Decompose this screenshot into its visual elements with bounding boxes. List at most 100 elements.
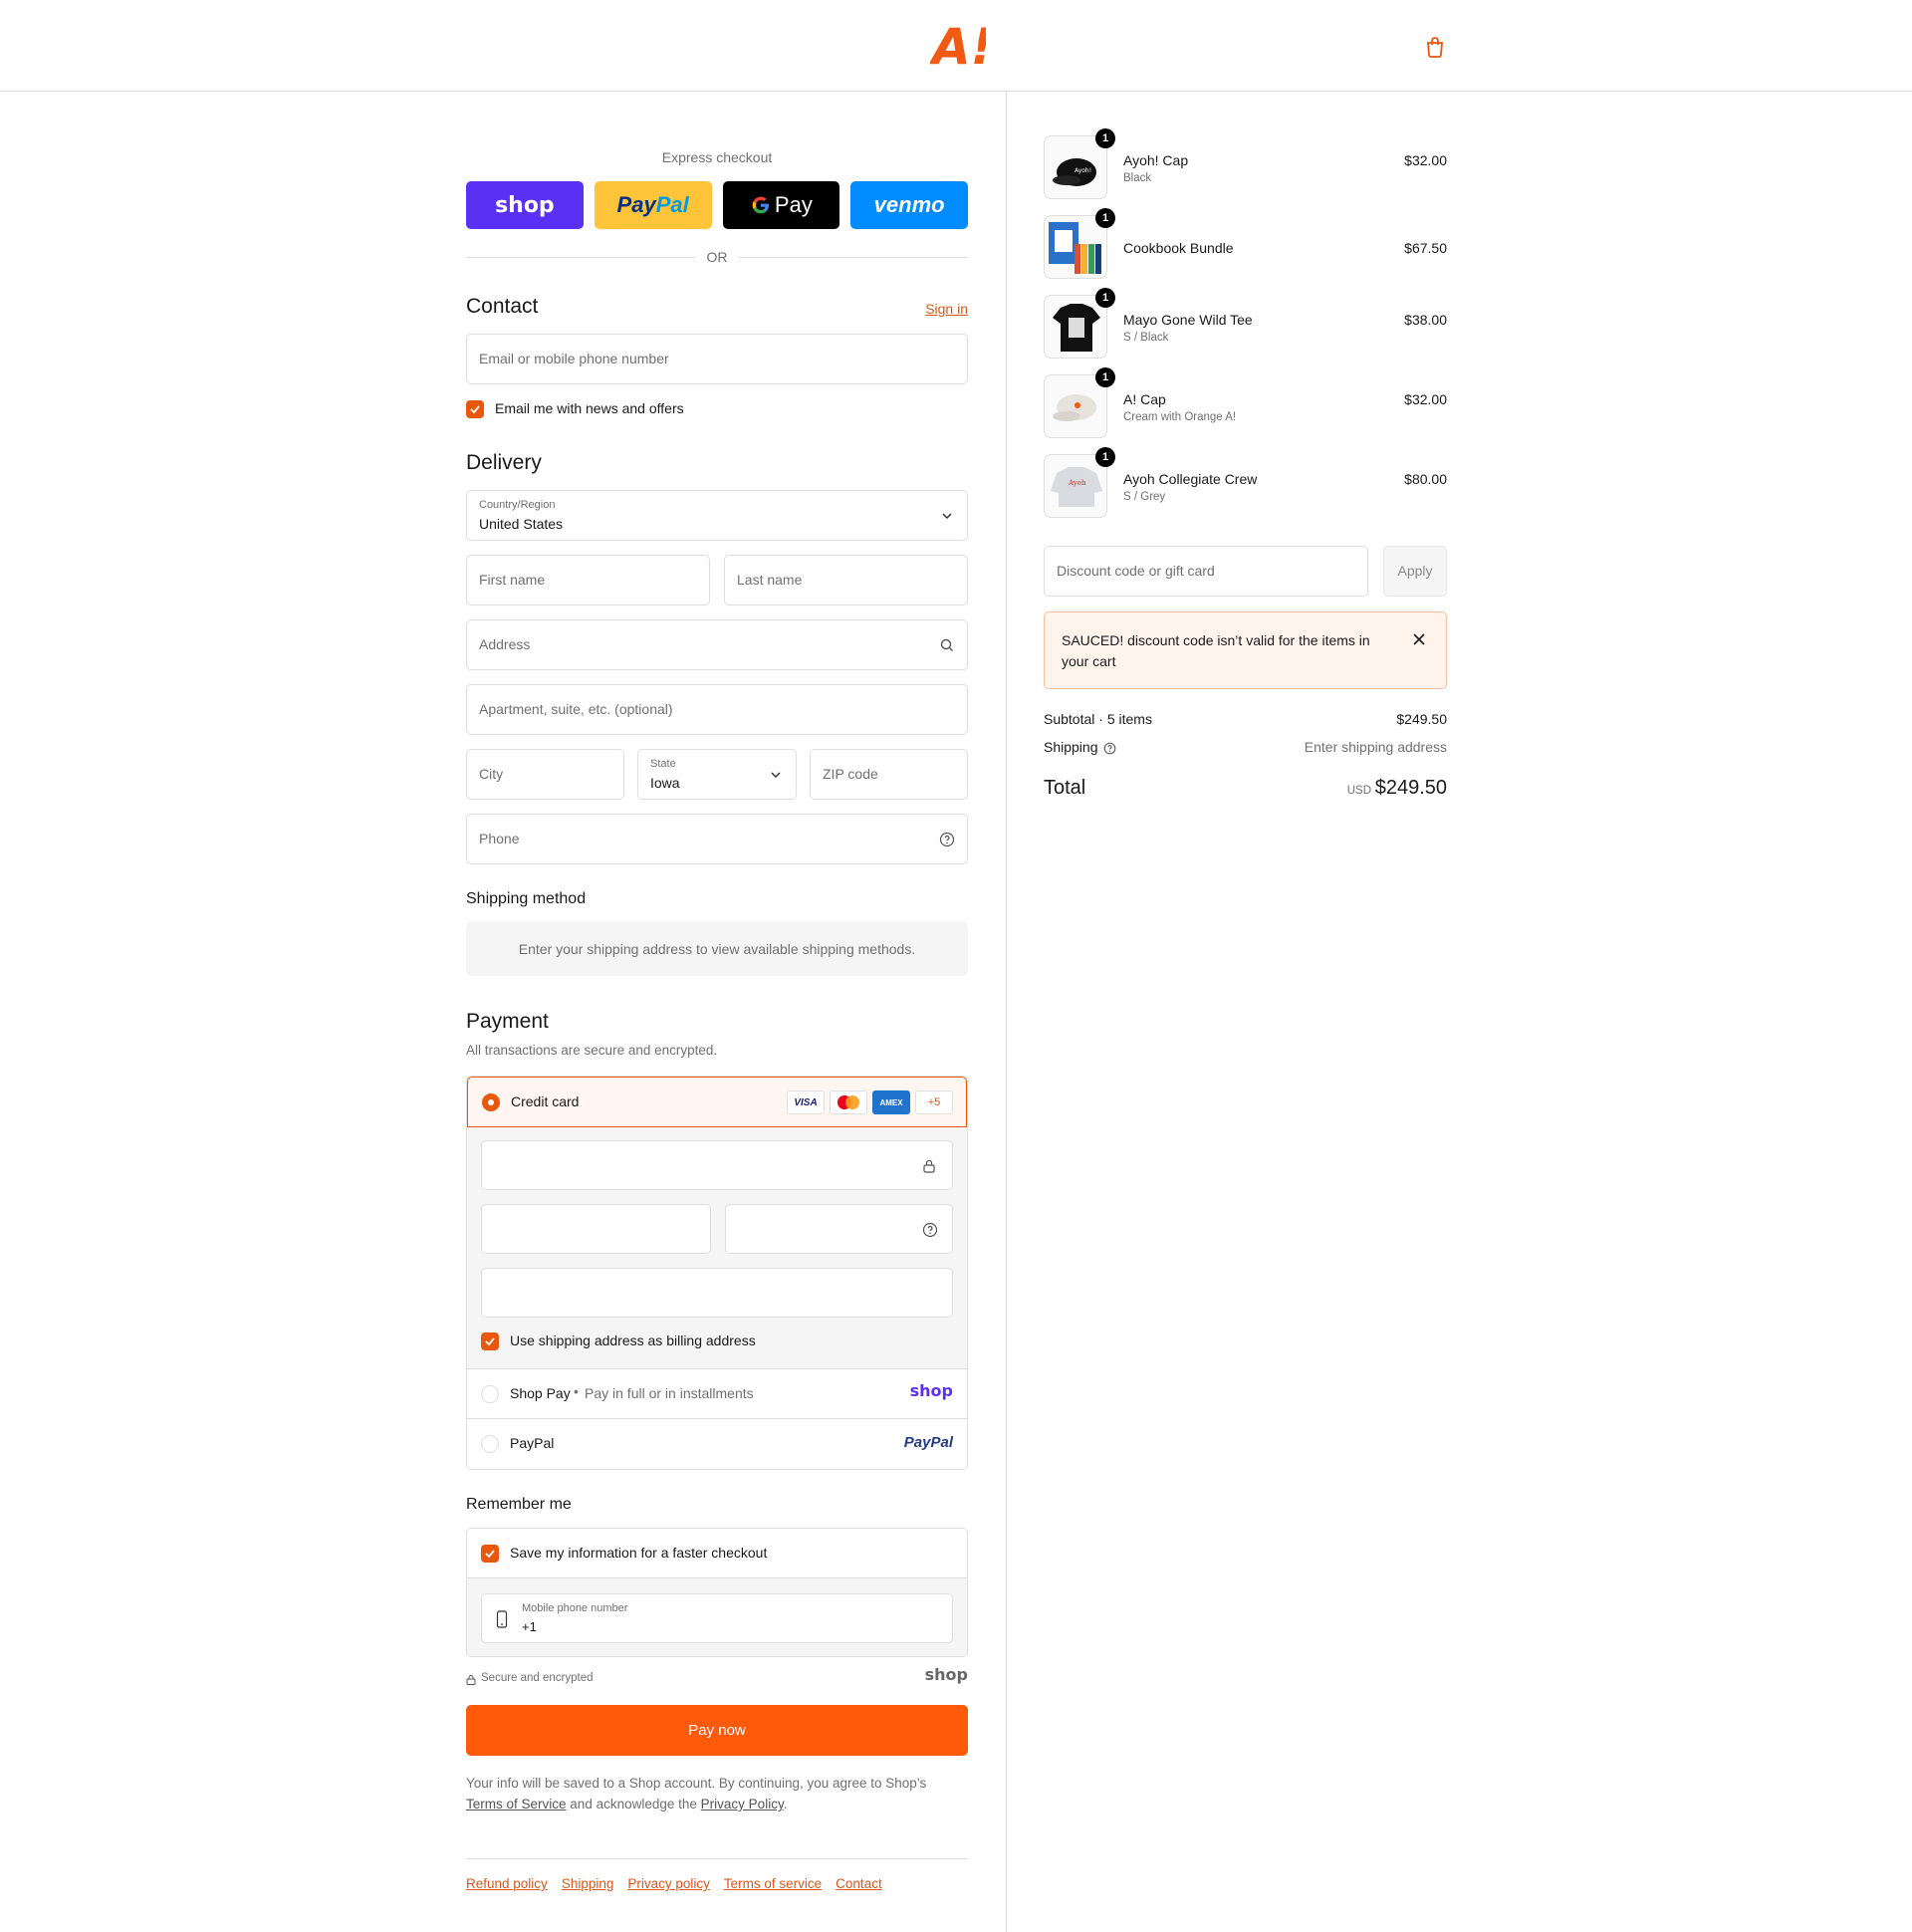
- email-field[interactable]: Email or mobile phone number: [466, 334, 968, 384]
- chevron-down-icon: [771, 772, 781, 779]
- mobile-phone-input[interactable]: Mobile phone number +1: [481, 1593, 953, 1643]
- close-icon[interactable]: [1412, 632, 1426, 646]
- phone-placeholder: Phone: [479, 831, 520, 846]
- zip-placeholder: ZIP code: [823, 766, 878, 782]
- item-price: $67.50: [1404, 240, 1447, 256]
- shipping-link[interactable]: Shipping: [562, 1876, 614, 1891]
- legal-part2: and acknowledge the: [570, 1797, 697, 1811]
- zip-field[interactable]: ZIP code: [810, 749, 968, 800]
- discount-placeholder: Discount code or gift card: [1057, 563, 1215, 579]
- refund-policy-link[interactable]: Refund policy: [466, 1876, 548, 1891]
- state-label: State: [650, 758, 676, 770]
- news-checkbox[interactable]: [466, 400, 484, 418]
- mobile-phone-value: +1: [522, 1619, 537, 1634]
- terms-of-service-link[interactable]: Terms of Service: [466, 1797, 567, 1811]
- shipping-method-message: Enter your shipping address to view avai…: [466, 922, 968, 976]
- name-on-card-input[interactable]: [481, 1268, 953, 1318]
- discount-code-input[interactable]: Discount code or gift card: [1044, 546, 1368, 597]
- paypal-option[interactable]: PayPal PayPal: [467, 1419, 967, 1469]
- help-circle-icon[interactable]: [922, 1222, 938, 1238]
- or-divider: OR: [466, 247, 968, 267]
- pay-now-button[interactable]: Pay now: [466, 1705, 968, 1756]
- country-value: United States: [479, 516, 564, 532]
- apartment-field[interactable]: Apartment, suite, etc. (optional): [466, 684, 968, 735]
- last-name-placeholder: Last name: [737, 572, 803, 588]
- quantity-badge: 1: [1095, 208, 1115, 228]
- help-circle-icon[interactable]: [939, 832, 955, 847]
- sign-in-link[interactable]: Sign in: [925, 301, 968, 317]
- payment-subtitle: All transactions are secure and encrypte…: [466, 1043, 718, 1058]
- expiration-date-input[interactable]: [481, 1204, 711, 1254]
- secure-text: Secure and encrypted: [481, 1672, 594, 1684]
- total-label: Total: [1044, 777, 1086, 799]
- discount-error-text: SAUCED! discount code isn’t valid for th…: [1062, 632, 1370, 669]
- footer-divider: [466, 1858, 968, 1859]
- apply-discount-button[interactable]: Apply: [1383, 546, 1447, 597]
- express-buttons: shop Pay Pal Pay venmo: [466, 181, 968, 229]
- save-info-row[interactable]: Save my information for a faster checkou…: [467, 1529, 967, 1578]
- legal-part1: Your info will be saved to a Shop accoun…: [466, 1776, 927, 1791]
- check-icon: [485, 1337, 495, 1346]
- apartment-placeholder: Apartment, suite, etc. (optional): [479, 701, 673, 717]
- visa-icon: VISA: [787, 1090, 825, 1114]
- gpay-label: Pay: [774, 192, 813, 217]
- shop-pay-option[interactable]: Shop Pay • Pay in full or in installment…: [467, 1369, 967, 1419]
- total-value: $249.50: [1374, 777, 1447, 799]
- paypal-radio[interactable]: [481, 1435, 499, 1453]
- item-variant: Cream with Orange A!: [1123, 411, 1237, 423]
- check-icon: [470, 405, 480, 414]
- cart-item: Ayoh! 1 Ayoh! Cap Black $32.00: [1044, 128, 1447, 201]
- cart-item: Ayoh 1 Ayoh Collegiate Crew S / Grey $80…: [1044, 447, 1447, 520]
- subtotal-row: Subtotal · 5 items $249.50: [1044, 711, 1447, 731]
- shipping-row: Shipping Enter shipping address: [1044, 739, 1447, 759]
- state-select[interactable]: State Iowa: [637, 749, 797, 800]
- item-price: $32.00: [1404, 152, 1447, 168]
- legal-text: Your info will be saved to a Shop accoun…: [466, 1773, 968, 1814]
- google-pay-express-button[interactable]: Pay: [722, 181, 840, 229]
- state-value: Iowa: [650, 775, 680, 791]
- item-name: Mayo Gone Wild Tee: [1123, 312, 1253, 328]
- footer-links: Refund policy Shipping Privacy policy Te…: [466, 1876, 882, 1891]
- city-field[interactable]: City: [466, 749, 624, 800]
- quantity-badge: 1: [1095, 288, 1115, 308]
- shopping-bag-icon[interactable]: [1424, 36, 1446, 58]
- phone-field[interactable]: Phone: [466, 814, 968, 864]
- shipping-label: Shipping: [1044, 739, 1098, 755]
- legal-end: .: [783, 1797, 788, 1811]
- address-field[interactable]: Address: [466, 619, 968, 670]
- save-info-checkbox[interactable]: [481, 1545, 499, 1563]
- shop-logo: shop: [924, 1665, 968, 1684]
- cart-item: 1 Cookbook Bundle $67.50: [1044, 208, 1447, 281]
- paypal-express-button[interactable]: Pay Pal: [594, 181, 712, 229]
- mobile-phone-icon: [496, 1610, 508, 1628]
- country-select[interactable]: Country/Region United States: [466, 490, 968, 541]
- venmo-express-button[interactable]: venmo: [850, 181, 968, 229]
- remember-me-box: Save my information for a faster checkou…: [466, 1528, 968, 1657]
- quantity-badge: 1: [1095, 128, 1115, 148]
- privacy-policy-link[interactable]: Privacy Policy: [701, 1797, 784, 1811]
- item-price: $38.00: [1404, 312, 1447, 328]
- shop-pay-express-button[interactable]: shop: [466, 181, 584, 229]
- item-variant: Black: [1123, 172, 1152, 184]
- dot-separator: •: [574, 1383, 579, 1399]
- privacy-policy-footer-link[interactable]: Privacy policy: [627, 1876, 710, 1891]
- last-name-field[interactable]: Last name: [724, 555, 968, 605]
- security-code-input[interactable]: [725, 1204, 953, 1254]
- check-icon: [485, 1550, 495, 1559]
- card-number-input[interactable]: [481, 1140, 953, 1190]
- subtotal-label: Subtotal · 5 items: [1044, 711, 1152, 727]
- mastercard-icon: [830, 1090, 867, 1114]
- first-name-placeholder: First name: [479, 572, 546, 588]
- help-circle-icon[interactable]: [1103, 742, 1116, 755]
- lock-icon: [923, 1159, 935, 1173]
- credit-card-radio[interactable]: [482, 1093, 500, 1111]
- item-name: Ayoh Collegiate Crew: [1123, 471, 1258, 487]
- brand-logo[interactable]: A!: [930, 14, 986, 74]
- first-name-field[interactable]: First name: [466, 555, 710, 605]
- credit-card-option[interactable]: Credit card VISA AMEX +5: [467, 1077, 967, 1127]
- contact-link[interactable]: Contact: [836, 1876, 882, 1891]
- shop-pay-radio[interactable]: [481, 1385, 499, 1403]
- terms-of-service-footer-link[interactable]: Terms of service: [724, 1876, 822, 1891]
- billing-address-checkbox[interactable]: [481, 1332, 499, 1350]
- address-placeholder: Address: [479, 636, 531, 652]
